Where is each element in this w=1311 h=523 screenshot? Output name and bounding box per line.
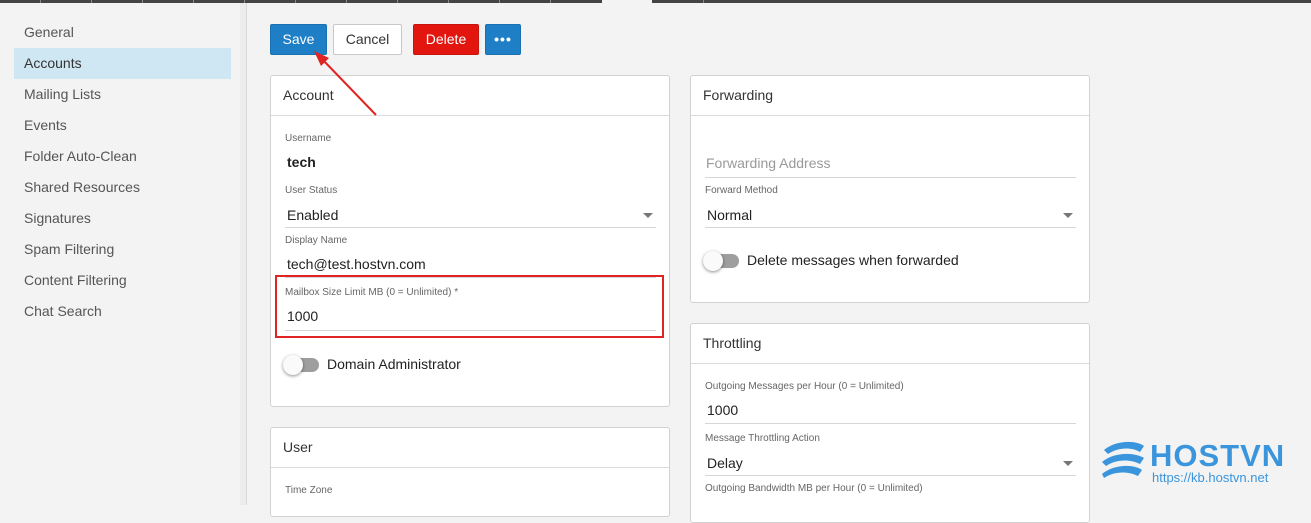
hostvn-url: https://kb.hostvn.net <box>1152 470 1269 485</box>
hostvn-brand: HOSTVN <box>1150 438 1286 473</box>
hostvn-watermark: HOSTVN https://kb.hostvn.net <box>1098 438 1298 488</box>
hostvn-logo-icon <box>1102 441 1144 478</box>
annotation-arrow-icon <box>314 51 377 116</box>
